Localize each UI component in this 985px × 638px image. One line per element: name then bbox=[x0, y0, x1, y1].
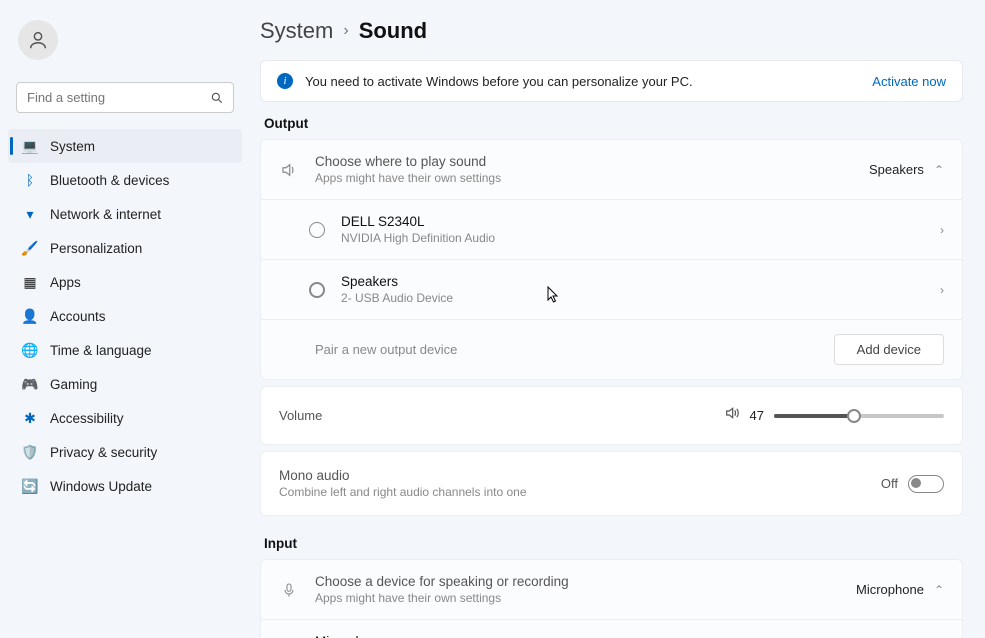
toggle-state: Off bbox=[881, 476, 898, 491]
input-selected: Microphone bbox=[856, 582, 924, 597]
shield-icon: 🛡️ bbox=[22, 444, 38, 460]
search-icon bbox=[210, 91, 224, 105]
main-content: System › Sound i You need to activate Wi… bbox=[250, 0, 985, 638]
add-output-device-button[interactable]: Add device bbox=[834, 334, 944, 365]
nav-label: Windows Update bbox=[50, 479, 152, 494]
banner-text: You need to activate Windows before you … bbox=[305, 74, 860, 89]
volume-slider[interactable] bbox=[774, 414, 944, 418]
nav-accessibility[interactable]: ✱ Accessibility bbox=[8, 401, 242, 435]
nav-label: Accounts bbox=[50, 309, 106, 324]
radio-unselected[interactable] bbox=[309, 222, 325, 238]
input-choose-sub: Apps might have their own settings bbox=[315, 591, 856, 605]
nav-privacy[interactable]: 🛡️ Privacy & security bbox=[8, 435, 242, 469]
volume-row: Volume 47 bbox=[260, 386, 963, 445]
nav-network[interactable]: ▾ Network & internet bbox=[8, 197, 242, 231]
nav-label: Privacy & security bbox=[50, 445, 157, 460]
output-header: Output bbox=[264, 116, 963, 131]
slider-fill bbox=[774, 414, 854, 418]
device-name: Microphone bbox=[315, 634, 940, 638]
radio-unselected[interactable] bbox=[309, 282, 325, 298]
output-choose-title: Choose where to play sound bbox=[315, 154, 869, 169]
pair-output-text: Pair a new output device bbox=[279, 342, 834, 357]
output-choose-sub: Apps might have their own settings bbox=[315, 171, 869, 185]
nav-label: Apps bbox=[50, 275, 81, 290]
brush-icon: 🖌️ bbox=[22, 240, 38, 256]
nav-update[interactable]: 🔄 Windows Update bbox=[8, 469, 242, 503]
toggle-knob bbox=[911, 478, 921, 488]
breadcrumb-parent[interactable]: System bbox=[260, 18, 333, 44]
chevron-right-icon: › bbox=[940, 283, 944, 297]
time-icon: 🌐 bbox=[22, 342, 38, 358]
device-sub: 2- USB Audio Device bbox=[341, 291, 940, 305]
user-profile[interactable] bbox=[8, 10, 242, 70]
nav-label: Accessibility bbox=[50, 411, 124, 426]
info-icon: i bbox=[277, 73, 293, 89]
nav-label: Gaming bbox=[50, 377, 97, 392]
input-card: Choose a device for speaking or recordin… bbox=[260, 559, 963, 638]
device-name: DELL S2340L bbox=[341, 214, 940, 229]
slider-thumb[interactable] bbox=[847, 409, 861, 423]
mono-title: Mono audio bbox=[279, 468, 881, 483]
volume-label: Volume bbox=[279, 408, 359, 423]
chevron-up-icon: ⌃ bbox=[934, 163, 944, 177]
nav-label: Personalization bbox=[50, 241, 142, 256]
search-field[interactable] bbox=[16, 82, 234, 113]
chevron-up-icon: ⌃ bbox=[934, 583, 944, 597]
nav-label: Time & language bbox=[50, 343, 152, 358]
update-icon: 🔄 bbox=[22, 478, 38, 494]
nav-apps[interactable]: ▦ Apps bbox=[8, 265, 242, 299]
mono-sub: Combine left and right audio channels in… bbox=[279, 485, 881, 499]
system-icon: 💻 bbox=[22, 138, 38, 154]
device-sub: NVIDIA High Definition Audio bbox=[341, 231, 940, 245]
page-title: Sound bbox=[359, 18, 427, 44]
activate-link[interactable]: Activate now bbox=[872, 74, 946, 89]
apps-icon: ▦ bbox=[22, 274, 38, 290]
nav-gaming[interactable]: 🎮 Gaming bbox=[8, 367, 242, 401]
person-icon bbox=[27, 29, 49, 51]
mono-toggle[interactable] bbox=[908, 475, 944, 493]
activation-banner: i You need to activate Windows before yo… bbox=[260, 60, 963, 102]
input-choose-title: Choose a device for speaking or recordin… bbox=[315, 574, 856, 589]
accounts-icon: 👤 bbox=[22, 308, 38, 324]
input-device-row[interactable]: Microphone 2- USB Audio Device › bbox=[261, 620, 962, 638]
input-header: Input bbox=[264, 536, 963, 551]
bluetooth-icon: ᛒ bbox=[22, 172, 38, 188]
nav-list: 💻 System ᛒ Bluetooth & devices ▾ Network & … bbox=[8, 129, 242, 503]
input-choose-row[interactable]: Choose a device for speaking or recordin… bbox=[261, 560, 962, 620]
nav-personalization[interactable]: 🖌️ Personalization bbox=[8, 231, 242, 265]
sidebar: 💻 System ᛒ Bluetooth & devices ▾ Network & … bbox=[0, 0, 250, 638]
output-choose-row[interactable]: Choose where to play sound Apps might ha… bbox=[261, 140, 962, 200]
nav-label: Network & internet bbox=[50, 207, 161, 222]
volume-value: 47 bbox=[750, 408, 764, 423]
volume-icon[interactable] bbox=[724, 405, 740, 426]
output-selected: Speakers bbox=[869, 162, 924, 177]
mono-audio-row[interactable]: Mono audio Combine left and right audio … bbox=[260, 451, 963, 516]
nav-accounts[interactable]: 👤 Accounts bbox=[8, 299, 242, 333]
breadcrumb: System › Sound bbox=[260, 10, 963, 60]
output-device-row[interactable]: Speakers 2- USB Audio Device › bbox=[261, 260, 962, 320]
speaker-icon bbox=[279, 161, 299, 179]
chevron-right-icon: › bbox=[343, 22, 348, 40]
avatar bbox=[18, 20, 58, 60]
wifi-icon: ▾ bbox=[22, 206, 38, 222]
output-card: Choose where to play sound Apps might ha… bbox=[260, 139, 963, 380]
gaming-icon: 🎮 bbox=[22, 376, 38, 392]
nav-time[interactable]: 🌐 Time & language bbox=[8, 333, 242, 367]
pair-output-row: Pair a new output device Add device bbox=[261, 320, 962, 379]
output-device-row[interactable]: DELL S2340L NVIDIA High Definition Audio… bbox=[261, 200, 962, 260]
nav-bluetooth[interactable]: ᛒ Bluetooth & devices bbox=[8, 163, 242, 197]
nav-label: System bbox=[50, 139, 95, 154]
chevron-right-icon: › bbox=[940, 223, 944, 237]
microphone-icon bbox=[279, 582, 299, 598]
search-input[interactable] bbox=[16, 82, 234, 113]
accessibility-icon: ✱ bbox=[22, 410, 38, 426]
device-name: Speakers bbox=[341, 274, 940, 289]
nav-label: Bluetooth & devices bbox=[50, 173, 169, 188]
nav-system[interactable]: 💻 System bbox=[8, 129, 242, 163]
